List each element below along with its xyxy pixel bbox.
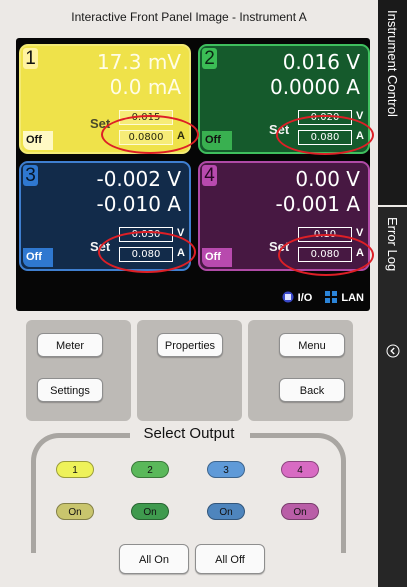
channel-2-number: 2 bbox=[202, 48, 217, 69]
channel-4-state: Off bbox=[202, 248, 232, 267]
side-panel-strip bbox=[378, 317, 407, 587]
channel-2-current: 0.0000 A bbox=[269, 75, 360, 99]
channel-4-current: -0.001 A bbox=[275, 192, 360, 216]
output-1-select-button[interactable]: 1 bbox=[56, 461, 94, 478]
highlight-ring-ch3 bbox=[98, 231, 196, 273]
tab-error-log-label: Error Log bbox=[385, 217, 400, 272]
highlight-ring-ch1 bbox=[101, 115, 199, 154]
meter-settings-group: Meter Settings bbox=[26, 320, 131, 421]
highlight-ring-ch4 bbox=[278, 234, 374, 276]
channel-1-current: 0.0 mA bbox=[109, 75, 181, 99]
status-bar: I/O LAN bbox=[282, 291, 364, 304]
channel-1-state: Off bbox=[23, 131, 53, 150]
lan-icon bbox=[325, 291, 338, 303]
output-4-on-button[interactable]: On bbox=[281, 503, 319, 520]
channel-2-voltage: 0.016 V bbox=[282, 50, 360, 74]
channel-2-state: Off bbox=[202, 131, 232, 150]
channel-4-voltage-unit: V bbox=[356, 227, 364, 239]
tab-instrument-control[interactable]: Instrument Control bbox=[378, 0, 407, 205]
output-3-select-button[interactable]: 3 bbox=[207, 461, 245, 478]
window-title: Interactive Front Panel Image - Instrume… bbox=[71, 10, 307, 24]
highlight-ring-ch2 bbox=[276, 115, 374, 155]
menu-back-group: Menu Back bbox=[248, 320, 353, 421]
channel-4-number: 4 bbox=[202, 165, 217, 186]
channel-3-state: Off bbox=[23, 248, 53, 267]
lan-status: LAN bbox=[341, 292, 364, 304]
settings-button[interactable]: Settings bbox=[37, 378, 103, 402]
all-off-button[interactable]: All Off bbox=[195, 544, 265, 574]
instrument-display: 1 17.3 mV 0.0 mA Set 0.015 0.0800 A Off … bbox=[16, 38, 374, 311]
menu-button[interactable]: Menu bbox=[279, 333, 345, 357]
tab-error-log[interactable]: Error Log bbox=[378, 207, 407, 317]
output-3-on-button[interactable]: On bbox=[207, 503, 245, 520]
channel-3-number: 3 bbox=[23, 165, 38, 186]
meter-button[interactable]: Meter bbox=[37, 333, 103, 357]
output-4-select-button[interactable]: 4 bbox=[281, 461, 319, 478]
channel-1-number: 1 bbox=[23, 48, 38, 69]
output-1-on-button[interactable]: On bbox=[56, 503, 94, 520]
front-panel-window: Interactive Front Panel Image - Instrume… bbox=[0, 0, 407, 587]
chevron-left-icon[interactable] bbox=[386, 344, 400, 358]
channel-1-voltage: 17.3 mV bbox=[96, 50, 181, 74]
channel-3-current: -0.010 A bbox=[96, 192, 181, 216]
channel-3-voltage: -0.002 V bbox=[96, 167, 181, 191]
output-2-on-button[interactable]: On bbox=[131, 503, 169, 520]
channel-4-voltage: 0.00 V bbox=[295, 167, 360, 191]
io-status: I/O bbox=[297, 292, 313, 304]
properties-button[interactable]: Properties bbox=[157, 333, 223, 357]
tab-instrument-control-label: Instrument Control bbox=[385, 10, 400, 117]
select-output-frame bbox=[31, 433, 346, 553]
io-icon bbox=[282, 291, 294, 303]
properties-group: Properties bbox=[137, 320, 242, 421]
back-button[interactable]: Back bbox=[279, 378, 345, 402]
all-on-button[interactable]: All On bbox=[119, 544, 189, 574]
output-2-select-button[interactable]: 2 bbox=[131, 461, 169, 478]
select-output-label: Select Output bbox=[143, 425, 235, 442]
